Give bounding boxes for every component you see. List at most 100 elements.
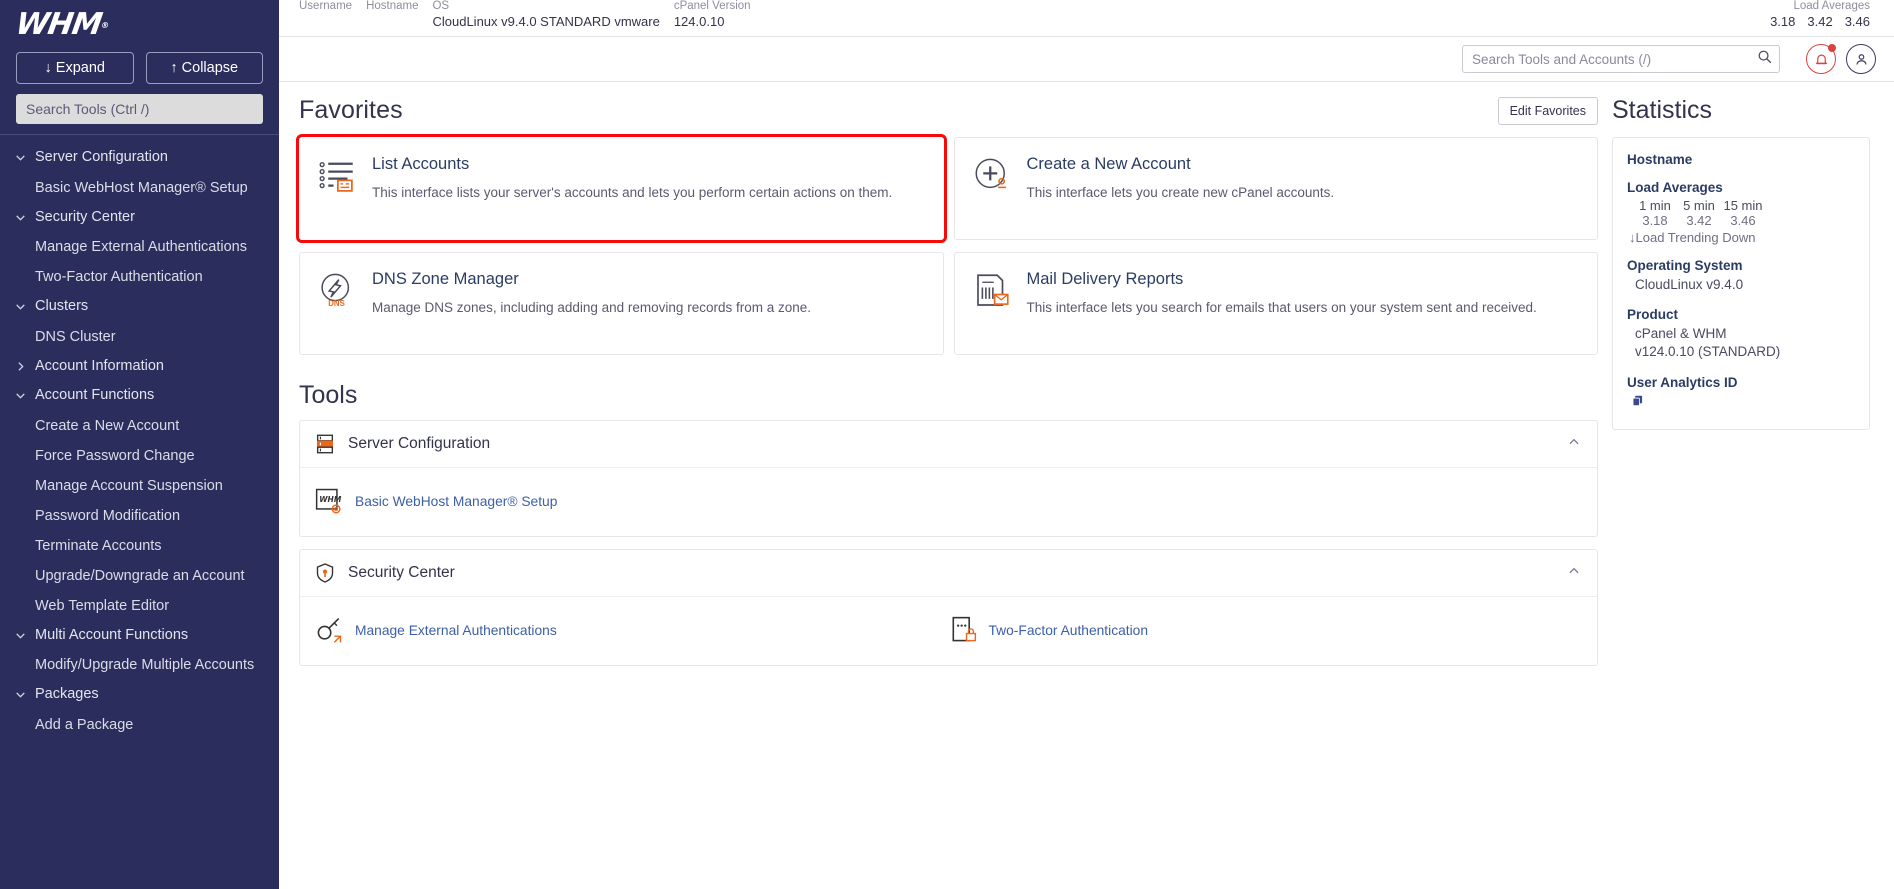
favorite-card-title: List Accounts <box>372 155 470 173</box>
edit-favorites-button[interactable]: Edit Favorites <box>1497 96 1598 125</box>
sidebar-item-upgrade-downgrade-an-account[interactable]: Upgrade/Downgrade an Account <box>0 561 279 591</box>
load-value: 3.18 <box>1642 213 1668 228</box>
info-label: Hostname <box>366 0 419 12</box>
tools-section-server-configuration: Server Configuration WHM Basic WebHost M… <box>299 420 1598 537</box>
notifications-button[interactable] <box>1806 44 1836 74</box>
svg-text:WHM: WHM <box>319 495 342 504</box>
tool-link-two-factor-authentication[interactable]: Two-Factor Authentication <box>948 611 1582 649</box>
user-menu-button[interactable] <box>1846 44 1876 74</box>
server-info-columns: Username Hostname OS CloudLinux v9.4.0 S… <box>299 0 765 31</box>
whm-logo-text: WHM <box>13 7 104 42</box>
sidebar-item-force-password-change[interactable]: Force Password Change <box>0 441 279 471</box>
load-header: 1 min <box>1639 198 1671 213</box>
notification-badge <box>1828 44 1836 52</box>
favorites-grid: List Accounts This interface lists your … <box>296 134 1598 355</box>
sidebar-group-account-functions[interactable]: Account Functions <box>0 381 279 411</box>
sidebar-search-input[interactable] <box>16 94 263 124</box>
sidebar-divider <box>0 134 279 135</box>
sidebar-group-label: Clusters <box>35 298 89 315</box>
statistics-column: Statistics Hostname Load Averages 1 min 5… <box>1612 96 1870 887</box>
key-icon <box>314 615 344 645</box>
sidebar-item-modify-upgrade-multiple-accounts[interactable]: Modify/Upgrade Multiple Accounts <box>0 650 279 680</box>
chevron-down-icon <box>14 688 28 701</box>
whm-setup-icon: WHM <box>314 486 344 516</box>
tools-section-header[interactable]: Server Configuration <box>300 421 1597 468</box>
sidebar-group-packages[interactable]: Packages <box>0 680 279 710</box>
tool-link-basic-webhost-manager-setup[interactable]: WHM Basic WebHost Manager® Setup <box>314 482 948 520</box>
info-value: 124.0.10 <box>673 14 725 29</box>
favorite-card-dns-zone-manager[interactable]: DNS DNS Zone Manager Manage DNS zones, i… <box>299 252 944 355</box>
sidebar-group-server-configuration[interactable]: Server Configuration <box>0 143 279 173</box>
sidebar-item-create-a-new-account[interactable]: Create a New Account <box>0 411 279 441</box>
tools-section-security-center: Security Center Manage External Authenti… <box>299 549 1598 666</box>
sidebar-item-two-factor-authentication[interactable]: Two-Factor Authentication <box>0 262 279 292</box>
stat-os: Operating System CloudLinux v9.4.0 <box>1627 258 1853 294</box>
stat-analytics-id: User Analytics ID <box>1627 375 1853 413</box>
registered-mark: ® <box>100 20 109 30</box>
main-area: Username Hostname OS CloudLinux v9.4.0 S… <box>279 0 1894 889</box>
tools-section-header[interactable]: Security Center <box>300 550 1597 597</box>
chevron-right-icon <box>14 360 28 373</box>
favorite-card-body: DNS Zone Manager Manage DNS zones, inclu… <box>372 270 925 336</box>
expand-button[interactable]: ↓ Expand <box>16 52 134 84</box>
whm-dashboard: WHM® ↓ Expand ↑ Collapse Server Configur… <box>0 0 1894 889</box>
load-averages-summary: Load Averages 3.18 3.42 3.46 <box>1770 0 1870 31</box>
sidebar-toggle-buttons: ↓ Expand ↑ Collapse <box>0 46 279 84</box>
sidebar-group-clusters[interactable]: Clusters <box>0 292 279 322</box>
sidebar-group-multi-account-functions[interactable]: Multi Account Functions <box>0 621 279 651</box>
load-value: 3.18 <box>1770 14 1796 29</box>
sidebar-group-label: Account Functions <box>35 387 155 404</box>
chevron-up-icon[interactable] <box>1567 435 1581 454</box>
favorite-card-mail-delivery-reports[interactable]: Mail Delivery Reports This interface let… <box>953 252 1598 355</box>
sidebar-group-account-information[interactable]: Account Information <box>0 352 279 382</box>
chevron-up-icon[interactable] <box>1567 564 1581 583</box>
favorite-card-body: List Accounts This interface lists your … <box>372 155 925 221</box>
sidebar-item-dns-cluster[interactable]: DNS Cluster <box>0 322 279 352</box>
sidebar-item-manage-account-suspension[interactable]: Manage Account Suspension <box>0 471 279 501</box>
sidebar-group-label: Multi Account Functions <box>35 626 189 643</box>
load-trend: ↓Load Trending Down <box>1629 230 1756 245</box>
tool-link-label: Basic WebHost Manager® Setup <box>355 493 558 509</box>
sidebar-item-manage-external-authentications[interactable]: Manage External Authentications <box>0 232 279 262</box>
tools-section-body: WHM Basic WebHost Manager® Setup <box>300 468 1597 536</box>
favorite-card-body: Create a New Account This interface lets… <box>1027 155 1580 221</box>
info-label: cPanel Version <box>673 0 751 12</box>
load-label: Load Averages <box>1627 180 1723 195</box>
sidebar-item-terminate-accounts[interactable]: Terminate Accounts <box>0 531 279 561</box>
main-column: Favorites Edit Favorites List Accounts T… <box>296 96 1598 887</box>
copy-icon[interactable] <box>1627 394 1853 413</box>
server-info-cpanel-version: cPanel Version 124.0.10 <box>674 0 765 31</box>
sidebar-item-password-modification[interactable]: Password Modification <box>0 501 279 531</box>
load-header: 15 min <box>1723 198 1763 213</box>
load-value: 3.42 <box>1686 213 1712 228</box>
sidebar-item-web-template-editor[interactable]: Web Template Editor <box>0 591 279 621</box>
product-value: cPanel & WHM v124.0.10 (STANDARD) <box>1635 326 1781 360</box>
load-value: 3.42 <box>1807 14 1833 29</box>
info-value: CloudLinux v9.4.0 STANDARD vmware <box>432 14 660 29</box>
tools-section: Tools Server Configuration WHM Basic Web… <box>299 381 1598 666</box>
statistics-card: Hostname Load Averages 1 min 5 min 15 min … <box>1612 137 1870 430</box>
top-toolbar <box>279 36 1894 82</box>
sidebar-group-security-center[interactable]: Security Center <box>0 203 279 233</box>
whm-logo[interactable]: WHM® <box>0 0 279 46</box>
sidebar-item-basic-webhost-manager-setup[interactable]: Basic WebHost Manager® Setup <box>0 173 279 203</box>
favorite-card-body: Mail Delivery Reports This interface let… <box>1027 270 1580 336</box>
favorite-card-title: DNS Zone Manager <box>372 270 519 288</box>
favorite-card-create-a-new-account[interactable]: Create a New Account This interface lets… <box>953 137 1598 240</box>
load-averages-label: Load Averages <box>1793 0 1870 12</box>
chevron-down-icon <box>14 389 28 402</box>
load-value: 3.46 <box>1730 213 1756 228</box>
tools-section-title: Security Center <box>348 564 455 581</box>
info-label: Username <box>299 0 353 12</box>
global-search-input[interactable] <box>1462 45 1780 73</box>
plus-circle-icon <box>971 155 1013 197</box>
arrow-down-icon: ↓ <box>44 60 52 76</box>
mail-report-icon <box>971 270 1013 312</box>
tool-link-manage-external-authentications[interactable]: Manage External Authentications <box>314 611 948 649</box>
favorite-card-title: Create a New Account <box>1026 155 1191 173</box>
hostname-label: Hostname <box>1627 152 1693 167</box>
favorite-card-title: Mail Delivery Reports <box>1026 270 1184 288</box>
favorite-card-list-accounts[interactable]: List Accounts This interface lists your … <box>296 134 947 243</box>
sidebar-item-add-a-package[interactable]: Add a Package <box>0 710 279 740</box>
collapse-button[interactable]: ↑ Collapse <box>145 52 263 84</box>
